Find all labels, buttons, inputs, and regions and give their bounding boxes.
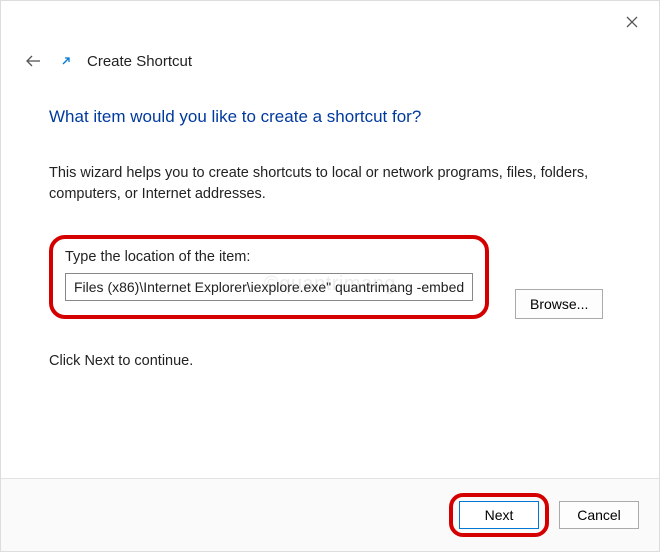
close-icon [626,16,638,28]
back-arrow-icon [24,52,42,70]
location-input[interactable] [65,273,473,301]
dialog-header: Create Shortcut [1,1,659,85]
wizard-description: This wizard helps you to create shortcut… [49,163,611,205]
page-heading: What item would you like to create a sho… [49,107,611,127]
location-highlight: Type the location of the item: [49,235,489,319]
location-label: Type the location of the item: [65,249,473,265]
close-button[interactable] [623,13,641,31]
browse-button[interactable]: Browse... [515,289,603,319]
dialog-window: Create Shortcut What item would you like… [0,0,660,552]
dialog-footer: Next Cancel [1,478,659,551]
next-highlight: Next [449,493,549,537]
back-button[interactable] [21,49,45,73]
dialog-title: Create Shortcut [87,53,192,70]
dialog-content: What item would you like to create a sho… [1,85,659,369]
next-button[interactable]: Next [459,501,539,529]
shortcut-icon [59,54,73,68]
cancel-button[interactable]: Cancel [559,501,639,529]
continue-instruction: Click Next to continue. [49,353,611,369]
